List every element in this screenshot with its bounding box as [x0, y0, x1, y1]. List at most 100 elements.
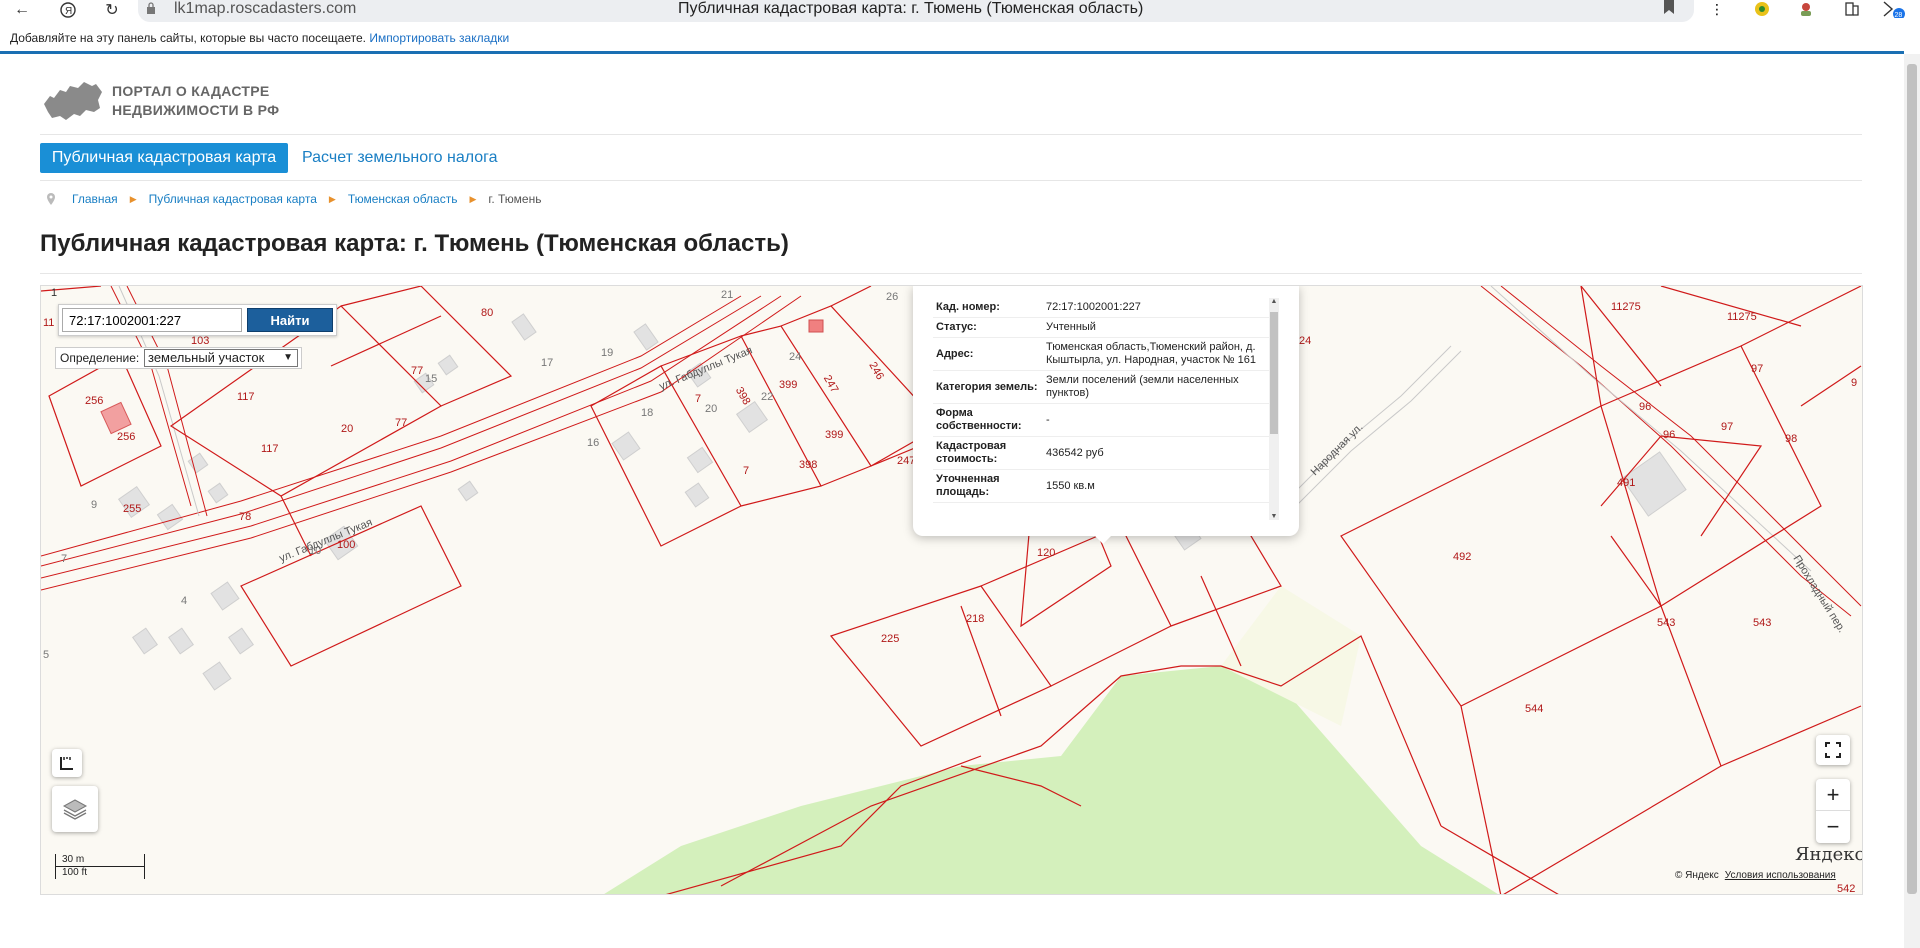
reload-icon[interactable]: ↻	[100, 0, 124, 20]
svg-text:398: 398	[733, 385, 753, 407]
table-row: Категория земель: Земли поселений (земли …	[933, 370, 1273, 404]
svg-text:22: 22	[761, 391, 773, 403]
definition-filter: Определение: земельный участок ▼	[55, 347, 302, 369]
cadastral-map[interactable]: 80 21 26 11275 11275 103 7 17 19 24 246 …	[40, 285, 1863, 895]
svg-text:5: 5	[43, 649, 49, 661]
ruler-icon	[60, 757, 73, 770]
svg-text:24: 24	[789, 351, 801, 363]
svg-text:80: 80	[481, 307, 493, 319]
divider	[40, 273, 1862, 274]
svg-text:ул. Габдуллы Тукая: ул. Габдуллы Тукая	[658, 344, 755, 392]
loading-bar	[0, 51, 1904, 54]
layers-icon	[62, 799, 88, 820]
breadcrumb-current: г. Тюмень	[488, 192, 542, 206]
chevron-down-icon: ▼	[283, 352, 293, 363]
svg-text:97: 97	[1721, 421, 1733, 433]
import-bookmarks-link[interactable]: Импортировать закладки	[369, 31, 509, 45]
page-scrollbar[interactable]	[1904, 54, 1920, 948]
map-scale: 30 m 100 ft	[49, 854, 145, 884]
table-row: Статус: Учтенный	[933, 317, 1273, 338]
collections-icon[interactable]	[1842, 0, 1862, 18]
svg-text:20: 20	[705, 403, 717, 415]
scroll-up-icon[interactable]: ▲	[1269, 298, 1279, 305]
scroll-down-icon[interactable]: ▼	[1269, 513, 1279, 520]
svg-text:96: 96	[1663, 429, 1675, 441]
svg-text:542: 542	[1837, 883, 1855, 895]
page-title: Публичная кадастровая карта: г. Тюмень (…	[40, 230, 789, 257]
address-bar[interactable]: lk1map.roscadasters.com Публичная кадаст…	[138, 0, 1694, 22]
chevron-right-icon: ▶	[129, 194, 137, 204]
svg-text:96: 96	[1639, 401, 1651, 413]
svg-text:77: 77	[395, 417, 407, 429]
ruler-button[interactable]	[52, 749, 82, 777]
notifications-icon[interactable]: 28	[1880, 0, 1910, 18]
svg-text:4: 4	[181, 595, 187, 607]
svg-text:ул. Габдуллы Тукая: ул. Габдуллы Тукая	[278, 516, 375, 564]
divider	[40, 180, 1862, 181]
svg-text:20: 20	[341, 423, 353, 435]
svg-text:492: 492	[1453, 551, 1471, 563]
bookmarks-bar: Добавляйте на эту панель сайты, которые …	[0, 30, 1920, 52]
fullscreen-button[interactable]	[1816, 735, 1850, 765]
svg-text:16: 16	[587, 437, 599, 449]
definition-select[interactable]: земельный участок ▼	[144, 349, 298, 367]
svg-text:Народная ул.: Народная ул.	[1309, 421, 1366, 478]
avatar[interactable]	[1796, 0, 1816, 18]
site-logo[interactable]: ПОРТАЛ О КАДАСТРЕ НЕДВИЖИМОСТИ В РФ	[40, 78, 300, 122]
svg-text:399: 399	[779, 379, 797, 391]
svg-text:256: 256	[85, 395, 103, 407]
search-button[interactable]: Найти	[247, 308, 333, 332]
chevron-right-icon: ▶	[469, 194, 477, 204]
svg-text:Прохладный пер.: Прохладный пер.	[1790, 553, 1847, 635]
svg-text:117: 117	[237, 391, 255, 403]
yandex-icon[interactable]: Я	[56, 0, 80, 20]
svg-text:7: 7	[61, 553, 67, 565]
breadcrumb-cadastral-map[interactable]: Публичная кадастровая карта	[149, 191, 317, 207]
menu-icon[interactable]: ⋮	[1707, 0, 1727, 18]
search-input[interactable]	[62, 308, 242, 332]
svg-text:7: 7	[695, 393, 701, 405]
svg-text:543: 543	[1753, 617, 1771, 629]
svg-text:11: 11	[43, 317, 54, 329]
svg-text:398: 398	[799, 459, 817, 471]
svg-text:1: 1	[51, 287, 57, 299]
svg-text:256: 256	[117, 431, 135, 443]
svg-text:19: 19	[601, 347, 613, 359]
logo-text: ПОРТАЛ О КАДАСТРЕ НЕДВИЖИМОСТИ В РФ	[112, 83, 280, 118]
zoom-in-button[interactable]: +	[1816, 779, 1850, 811]
back-icon[interactable]: ←	[10, 0, 34, 20]
table-row: Адрес: Тюменская область,Тюменский район,…	[933, 337, 1273, 371]
svg-text:26: 26	[886, 291, 898, 303]
bookmark-icon[interactable]	[1664, 0, 1674, 17]
zoom-out-button[interactable]: −	[1816, 811, 1850, 843]
russia-map-icon	[44, 82, 102, 120]
svg-text:9: 9	[91, 499, 97, 511]
svg-text:491: 491	[1617, 477, 1635, 489]
parcel-info-popup: Кад. номер: 72:17:1002001:227 Статус: Учте…	[913, 286, 1299, 544]
breadcrumb-region[interactable]: Тюменская область	[348, 191, 458, 207]
svg-text:15: 15	[425, 373, 437, 385]
table-row: Уточненная площадь: 1550 кв.м	[933, 469, 1273, 503]
layers-button[interactable]	[52, 786, 98, 832]
svg-text:Я: Я	[65, 6, 72, 17]
table-row: Форма собственности: -	[933, 403, 1273, 437]
svg-text:7: 7	[743, 465, 749, 477]
popup-scrollbar[interactable]: ▲ ▼	[1269, 298, 1279, 520]
svg-text:77: 77	[411, 365, 423, 377]
svg-text:103: 103	[191, 335, 209, 347]
tab-land-tax[interactable]: Расчет земельного налога	[302, 143, 498, 173]
tab-cadastral-map[interactable]: Публичная кадастровая карта	[40, 143, 288, 173]
svg-text:11275: 11275	[1727, 311, 1757, 323]
terms-link[interactable]: Условия использования	[1725, 870, 1836, 881]
yandex-logo[interactable]: Яндекс	[1795, 844, 1862, 865]
url-text: lk1map.roscadasters.com	[174, 0, 357, 17]
definition-label: Определение:	[60, 351, 140, 365]
breadcrumb-home[interactable]: Главная	[72, 191, 118, 207]
extension-icon[interactable]	[1752, 0, 1772, 18]
svg-text:17: 17	[541, 357, 553, 369]
svg-text:117: 117	[261, 443, 279, 455]
svg-text:98: 98	[1785, 433, 1797, 445]
tab-title: Публичная кадастровая карта: г. Тюмень (…	[678, 0, 1144, 17]
browser-toolbar: ← Я ↻ lk1map.roscadasters.com Публичная …	[0, 0, 1920, 22]
divider	[40, 134, 1862, 135]
